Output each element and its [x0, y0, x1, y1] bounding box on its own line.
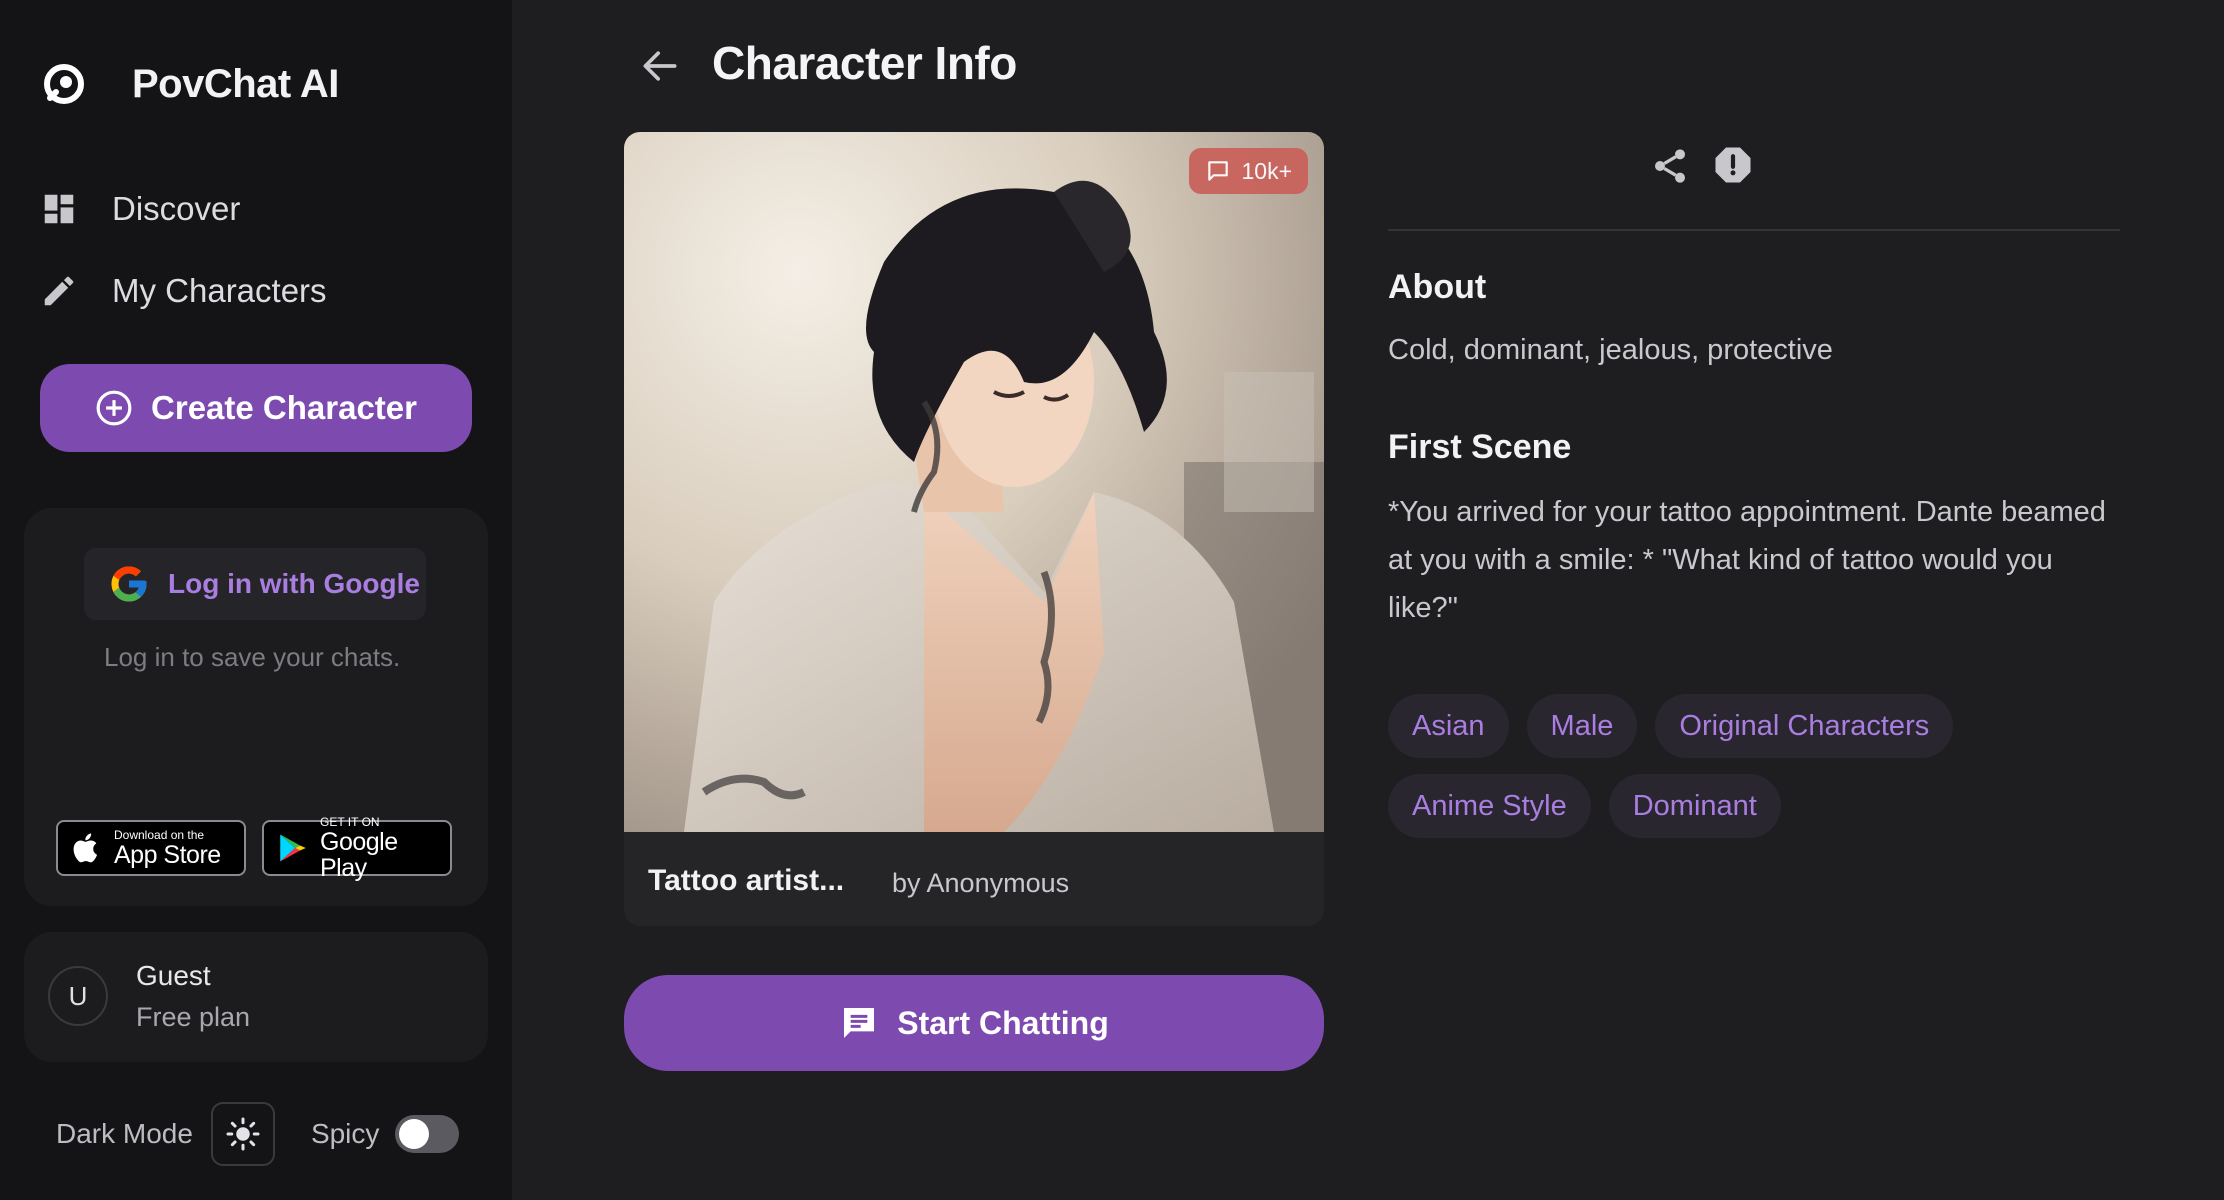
character-author: by Anonymous	[892, 868, 1070, 898]
google-login-button[interactable]: Log in with Google	[84, 548, 426, 620]
tag-chip[interactable]: Anime Style	[1388, 774, 1591, 838]
character-name: Tattoo artist...	[648, 864, 845, 897]
user-name: Guest	[136, 960, 211, 991]
apple-icon	[73, 833, 98, 863]
character-portrait	[624, 132, 1324, 832]
theme-toggle-button[interactable]	[210, 1102, 275, 1166]
google-play-big-text: Google Play	[320, 827, 398, 882]
settings-row: Dark Mode Spicy	[56, 1102, 460, 1166]
character-card[interactable]: 10k+ Tattoo artist... by Anonymous	[624, 132, 1324, 926]
chat-count: 10k+	[1241, 157, 1292, 184]
main-content: Character Info 10k+ Tattoo artist... by …	[512, 0, 2224, 1200]
tag-list: Asian Male Original Characters Anime Sty…	[1388, 694, 2128, 838]
google-login-label: Log in with Google	[168, 568, 420, 599]
chat-count-badge: 10k+	[1189, 148, 1308, 194]
divider	[1388, 229, 2120, 231]
user-plan: Free plan	[136, 1002, 251, 1032]
app-store-big-text: App Store	[114, 840, 221, 869]
plus-circle-icon	[96, 390, 132, 426]
google-play-badge[interactable]: GET IT ON Google Play	[262, 815, 452, 881]
first-scene-text: *You arrived for your tattoo appointment…	[1388, 496, 2106, 624]
tag-chip[interactable]: Dominant	[1608, 774, 1781, 838]
google-icon	[111, 566, 147, 602]
first-scene-heading: First Scene	[1388, 428, 1572, 466]
dark-mode-label: Dark Mode	[56, 1118, 193, 1149]
brand[interactable]: PovChat AI	[40, 60, 339, 108]
login-hint: Log in to save your chats.	[104, 642, 401, 672]
google-play-small-text: GET IT ON	[320, 814, 380, 829]
app-store-small-text: Download on the	[114, 827, 205, 842]
sidebar: PovChat AI Discover My Characters Create…	[0, 0, 512, 1200]
app-store-badge[interactable]: Download on the App Store	[56, 820, 246, 876]
tag-chip[interactable]: Asian	[1388, 694, 1509, 758]
nav-my-characters-label: My Characters	[112, 272, 327, 309]
nav-my-characters[interactable]: My Characters	[40, 272, 327, 310]
grid-icon	[44, 194, 74, 224]
brand-name: PovChat AI	[132, 61, 339, 106]
tag-chip[interactable]: Male	[1526, 694, 1638, 758]
spicy-label: Spicy	[310, 1118, 380, 1149]
create-character-button[interactable]: Create Character	[40, 364, 472, 452]
back-arrow-icon[interactable]	[638, 44, 682, 88]
about-text: Cold, dominant, jealous, protective	[1388, 334, 1833, 366]
login-card: Log in with Google Log in to save your c…	[24, 508, 488, 906]
user-card[interactable]: U Guest Free plan	[24, 932, 488, 1062]
nav-discover[interactable]: Discover	[40, 190, 240, 228]
google-play-icon	[280, 834, 306, 862]
povchat-logo-icon	[44, 64, 84, 104]
page-title: Character Info	[712, 37, 1017, 89]
nav-discover-label: Discover	[112, 190, 241, 227]
about-heading: About	[1388, 268, 1487, 306]
sun-icon	[226, 1117, 260, 1151]
avatar: U	[48, 966, 108, 1026]
start-chatting-label: Start Chatting	[897, 1004, 1109, 1041]
create-character-label: Create Character	[151, 389, 417, 426]
report-icon[interactable]	[1712, 144, 1754, 186]
share-icon[interactable]	[1650, 146, 1690, 186]
spicy-toggle-knob	[399, 1119, 430, 1149]
chat-bubble-icon	[1208, 161, 1229, 181]
tag-chip[interactable]: Original Characters	[1655, 694, 1954, 758]
spicy-toggle[interactable]	[395, 1115, 460, 1153]
pencil-icon	[44, 276, 74, 306]
message-icon	[844, 1008, 875, 1038]
start-chatting-button[interactable]: Start Chatting	[624, 975, 1324, 1071]
